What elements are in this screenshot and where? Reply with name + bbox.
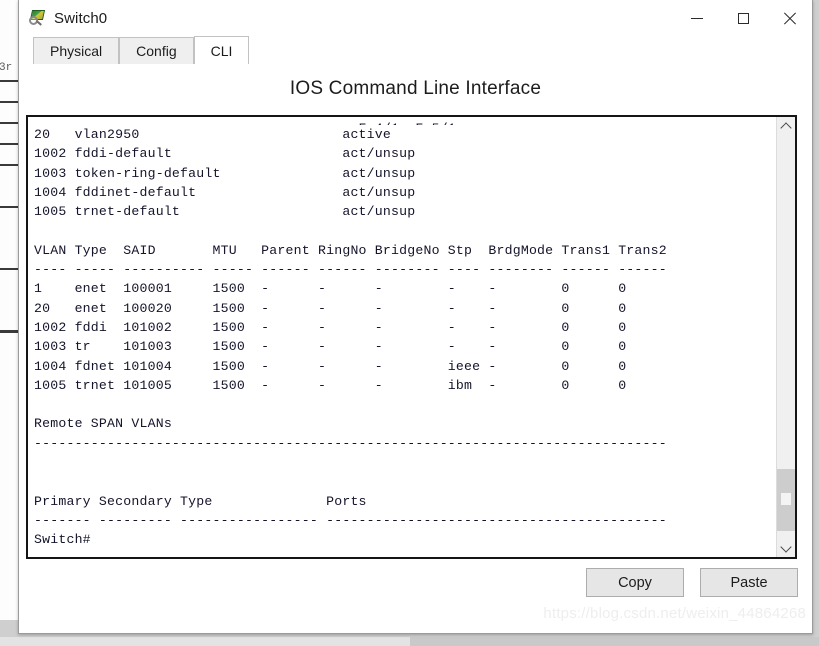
terminal-line: 1002 fddi-default act/unsup <box>34 146 416 162</box>
scroll-up-button[interactable] <box>777 117 795 135</box>
close-button[interactable] <box>766 0 812 36</box>
minimize-button[interactable] <box>674 0 720 36</box>
paste-button[interactable]: Paste <box>700 568 798 597</box>
switch-device-icon <box>28 9 46 27</box>
terminal-line: 1005 trnet 101005 1500 - - - ibm - 0 0 <box>34 377 627 393</box>
tab-cli-label: CLI <box>210 42 233 59</box>
page-title: IOS Command Line Interface <box>289 78 542 99</box>
terminal-output[interactable]: Fa4/1, Fa5/120 vlan2950 active1002 fddi-… <box>28 117 776 557</box>
chevron-up-icon <box>780 121 792 134</box>
terminal-line: Remote SPAN VLANs <box>34 416 172 432</box>
terminal-line: 1005 trnet-default act/unsup <box>34 204 416 220</box>
chevron-down-icon <box>780 540 792 553</box>
desktop-strip-left <box>0 637 410 646</box>
terminal-line: 20 enet 100020 1500 - - - - - 0 0 <box>34 300 627 316</box>
maximize-button[interactable] <box>720 0 766 36</box>
terminal-line: ----------------------------------------… <box>34 435 667 451</box>
terminal-line: 1002 fddi 101002 1500 - - - - - 0 0 <box>34 319 627 335</box>
background-text-fragment: 3r <box>0 62 13 74</box>
window-controls <box>674 0 812 36</box>
maximize-icon <box>737 12 749 24</box>
terminal-line: VLAN Type SAID MTU Parent RingNo BridgeN… <box>34 242 667 258</box>
screen-root: 3r Switch0 Physical Config CLI IOS Comma… <box>0 0 819 646</box>
close-icon <box>783 12 796 25</box>
title-bar[interactable]: Switch0 <box>19 0 812 36</box>
terminal-line: 1004 fdnet 101004 1500 - - - ieee - 0 0 <box>34 358 627 374</box>
terminal-line: 1 enet 100001 1500 - - - - - 0 0 <box>34 281 627 297</box>
tab-config[interactable]: Config <box>119 37 194 64</box>
cli-terminal[interactable]: Fa4/1, Fa5/120 vlan2950 active1002 fddi-… <box>26 115 797 559</box>
scrollbar-thumb[interactable] <box>777 469 795 531</box>
scrollbar-grip <box>781 493 791 505</box>
tab-bar: Physical Config CLI <box>19 36 812 64</box>
terminal-line: ------- --------- ----------------- ----… <box>34 512 667 528</box>
terminal-line: Switch# <box>34 532 91 548</box>
terminal-line: Primary Secondary Type Ports <box>34 493 367 509</box>
scroll-down-button[interactable] <box>777 539 795 557</box>
tab-config-label: Config <box>136 43 177 59</box>
copy-button[interactable]: Copy <box>586 568 684 597</box>
terminal-line: 1003 token-ring-default act/unsup <box>34 165 416 181</box>
action-buttons: Copy Paste <box>586 568 798 597</box>
switch-device-window: Switch0 Physical Config CLI IOS Command … <box>18 0 813 634</box>
terminal-line: 1003 tr 101003 1500 - - - - - 0 0 <box>34 339 627 355</box>
window-title: Switch0 <box>54 9 108 27</box>
tab-physical-label: Physical <box>50 43 103 59</box>
terminal-line: 20 vlan2950 active <box>34 127 392 142</box>
terminal-scrollbar[interactable] <box>776 117 795 557</box>
terminal-line: 1004 fddinet-default act/unsup <box>34 184 416 200</box>
tab-cli[interactable]: CLI <box>193 36 250 64</box>
tab-filler <box>249 63 812 64</box>
tab-physical[interactable]: Physical <box>33 37 120 64</box>
minimize-icon <box>691 17 703 19</box>
watermark: https://blog.csdn.net/weixin_44864268 <box>543 605 806 622</box>
terminal-line: ---- ----- ---------- ----- ------ -----… <box>34 262 667 278</box>
